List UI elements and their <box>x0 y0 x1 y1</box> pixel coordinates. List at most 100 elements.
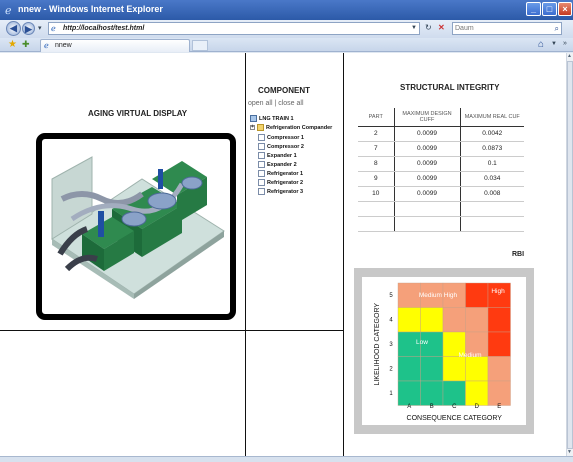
stop-icon[interactable]: ✕ <box>438 23 445 32</box>
column-divider <box>245 53 246 456</box>
address-toolbar: ◀ ▶ ▾ ℯ http://localhost/test.html ▼ ↻ ✕… <box>0 20 573 38</box>
tree-item-label: Refrigerator 3 <box>267 188 304 195</box>
tree-root-label: LNG TRAIN 1 <box>259 115 294 122</box>
vertical-scrollbar[interactable]: ▲ ▼ <box>566 53 573 456</box>
tree-item[interactable]: Refrigerator 1 <box>258 170 303 177</box>
risk-cell <box>397 307 421 333</box>
table-cell <box>460 201 524 217</box>
table-cell: 0.1 <box>460 156 524 172</box>
computer-icon <box>250 115 257 122</box>
table-cell: 0.0099 <box>394 141 461 157</box>
table-row: 2 0.0099 0.0042 <box>358 126 524 142</box>
risk-cell <box>397 282 421 308</box>
document-icon <box>258 161 265 168</box>
toolbar-overflow-icon[interactable]: » <box>563 40 567 47</box>
y-tick-label: 2 <box>389 367 393 373</box>
equipment-model-image <box>51 156 225 299</box>
table-row: 9 0.0099 0.034 <box>358 171 524 187</box>
search-icon[interactable]: ⌕ <box>555 24 559 34</box>
expand-icon[interactable]: + <box>250 125 255 130</box>
table-cell: 0.0099 <box>394 171 461 187</box>
component-title: COMPONENT <box>258 86 310 95</box>
document-icon <box>258 152 265 159</box>
search-box: ⌕ <box>452 22 562 35</box>
x-tick-label: A <box>407 404 411 410</box>
open-close-links[interactable]: open all | close all <box>248 100 304 107</box>
risk-cell <box>465 380 489 406</box>
risk-cell <box>487 282 511 308</box>
tree-root[interactable]: LNG TRAIN 1 <box>250 115 294 122</box>
maximize-button[interactable]: □ <box>542 2 557 16</box>
risk-cell <box>442 307 466 333</box>
table-cell: 0.0099 <box>394 126 461 142</box>
search-input[interactable] <box>453 23 537 34</box>
risk-cell <box>442 356 466 382</box>
tree-item[interactable]: Compressor 1 <box>258 134 304 141</box>
status-bar <box>0 456 573 462</box>
folder-icon <box>257 124 264 131</box>
risk-zone-label: Medium <box>458 352 481 359</box>
favorites-star-icon[interactable]: ★ <box>8 39 17 50</box>
y-tick-label: 3 <box>389 342 393 348</box>
column-header: MAXIMUM DESIGN CUFF <box>394 108 461 127</box>
risk-zone-label: Medium High <box>419 292 458 299</box>
tab-nnew[interactable]: ℯ nnew <box>40 39 190 52</box>
structural-integrity-title: STRUCTURAL INTEGRITY <box>400 83 500 92</box>
x-axis-label: CONSEQUENCE CATEGORY <box>407 415 503 422</box>
x-tick-label: B <box>430 404 434 410</box>
scrollbar-thumb[interactable] <box>567 61 573 449</box>
tree-item[interactable]: Expander 1 <box>258 152 297 159</box>
title-bar: ℯ nnew - Windows Internet Explorer _ □ × <box>0 0 573 20</box>
document-icon <box>258 143 265 150</box>
tree-group-label: Refrigeration Compander <box>266 124 333 131</box>
table-cell <box>394 201 461 217</box>
risk-cell <box>487 331 511 357</box>
forward-icon[interactable]: ▶ <box>22 22 35 35</box>
scroll-up-icon[interactable]: ▲ <box>567 53 572 59</box>
back-icon[interactable]: ◀ <box>6 21 21 36</box>
close-button[interactable]: × <box>558 2 572 16</box>
tree-group[interactable]: + Refrigeration Compander <box>250 124 332 131</box>
page-viewport: AGING VIRTUAL DISPLAY COMPONENT open all… <box>0 53 566 456</box>
add-favorite-icon[interactable]: ✚ <box>22 39 30 50</box>
risk-cell <box>487 356 511 382</box>
tab-label: nnew <box>55 42 72 49</box>
address-url: http://localhost/test.html <box>63 25 145 32</box>
table-row <box>358 216 524 232</box>
aging-display-title: AGING VIRTUAL DISPLAY <box>88 109 188 118</box>
window-title: nnew - Windows Internet Explorer <box>18 4 163 14</box>
y-tick-label: 5 <box>389 293 393 299</box>
address-field[interactable]: ℯ http://localhost/test.html <box>48 22 420 35</box>
table-cell: 2 <box>358 126 395 142</box>
tree-item[interactable]: Compressor 2 <box>258 143 304 150</box>
address-dropdown-icon[interactable]: ▼ <box>411 25 417 31</box>
table-cell: 0.0099 <box>394 156 461 172</box>
risk-cell <box>397 380 421 406</box>
risk-zone-label: Low <box>416 339 428 346</box>
risk-cell <box>487 307 511 333</box>
new-tab-button[interactable] <box>192 40 208 51</box>
home-dropdown-icon[interactable]: ▼ <box>551 41 557 47</box>
tree-item[interactable]: Refrigerator 2 <box>258 179 303 186</box>
minimize-button[interactable]: _ <box>526 2 541 16</box>
x-tick-label: D <box>475 404 480 410</box>
tree-item[interactable]: Refrigerator 3 <box>258 188 303 195</box>
table-cell <box>358 216 395 232</box>
risk-cell <box>442 380 466 406</box>
row-divider <box>0 330 343 331</box>
ie-logo-icon: ℯ <box>5 5 12 17</box>
document-icon <box>258 170 265 177</box>
risk-cell <box>420 307 444 333</box>
risk-cell <box>465 282 489 308</box>
structural-integrity-table: PART MAXIMUM DESIGN CUFF MAXIMUM REAL CU… <box>358 108 524 232</box>
tree-item-label: Refrigerator 2 <box>267 179 304 186</box>
scroll-down-icon[interactable]: ▼ <box>567 449 572 455</box>
table-cell: 0.008 <box>460 186 524 202</box>
tree-item[interactable]: Expander 2 <box>258 161 297 168</box>
equipment-3d-view[interactable] <box>36 133 236 320</box>
home-icon[interactable]: ⌂ <box>538 39 544 50</box>
history-dropdown-icon[interactable]: ▾ <box>38 24 42 32</box>
document-icon <box>258 179 265 186</box>
document-icon <box>258 134 265 141</box>
refresh-icon[interactable]: ↻ <box>425 23 432 32</box>
